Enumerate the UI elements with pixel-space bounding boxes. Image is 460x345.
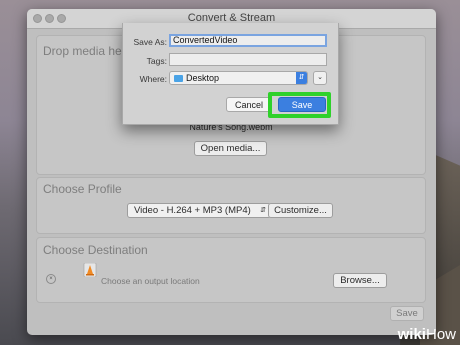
choose-destination-title: Choose Destination	[43, 243, 148, 257]
watermark-wiki: wiki	[397, 326, 426, 343]
chevron-updown-icon: ⇵	[260, 207, 266, 214]
save-as-label: Save As:	[133, 37, 167, 47]
profile-select-value: Video - H.264 + MP3 (MP4)	[134, 205, 251, 216]
drop-media-title: Drop media her	[43, 44, 126, 58]
choose-profile-panel: Choose Profile Video - H.264 + MP3 (MP4)…	[36, 177, 426, 234]
cancel-button[interactable]: Cancel	[226, 97, 272, 112]
choose-profile-title: Choose Profile	[43, 182, 122, 196]
tags-input[interactable]	[169, 53, 327, 66]
expand-dialog-button[interactable]: ⌄	[313, 71, 327, 85]
chevron-updown-icon: ⇵	[296, 72, 307, 84]
where-select[interactable]: Desktop ⇵	[169, 71, 308, 85]
remove-x-icon[interactable]: ×	[46, 274, 56, 284]
tags-label: Tags:	[146, 56, 167, 66]
where-select-value: Desktop	[186, 73, 220, 83]
open-media-button[interactable]: Open media...	[194, 141, 267, 156]
chevron-down-icon: ⌄	[317, 74, 323, 81]
save-as-input[interactable]: ConvertedVideo	[169, 34, 327, 47]
profile-select[interactable]: Video - H.264 + MP3 (MP4) ⇵	[127, 203, 271, 218]
vlc-cone-icon	[83, 263, 97, 277]
output-location-placeholder: Choose an output location	[101, 276, 200, 286]
footer-save-button[interactable]: Save	[390, 306, 424, 321]
wikihow-watermark: wikiHow	[398, 326, 456, 343]
save-button-highlight	[268, 92, 331, 118]
folder-icon	[174, 75, 183, 82]
browse-button[interactable]: Browse...	[333, 273, 387, 288]
customize-button[interactable]: Customize...	[268, 203, 333, 218]
where-label: Where:	[139, 74, 167, 84]
watermark-how: How	[425, 326, 456, 343]
